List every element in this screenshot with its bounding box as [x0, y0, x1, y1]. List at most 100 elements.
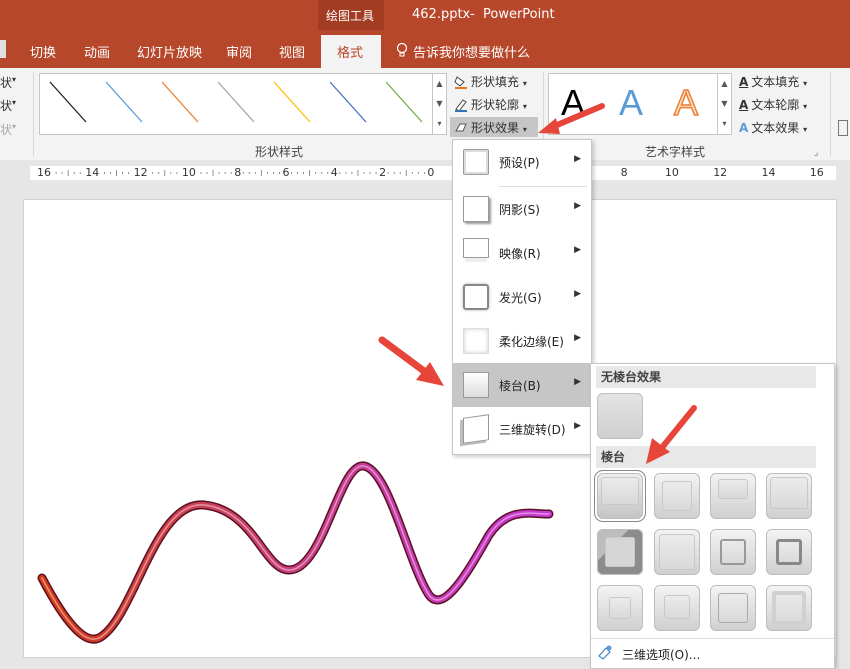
dialog-launcher-icon[interactable]: ⌟ — [814, 148, 818, 158]
shape-outline-caret-icon: ▾ — [522, 102, 527, 111]
bevel-option-slope[interactable] — [766, 529, 812, 575]
line-style-swatch[interactable] — [161, 81, 199, 123]
line-style-swatch[interactable] — [217, 81, 255, 123]
bevel-option-convex[interactable] — [710, 529, 756, 575]
wordart-blue-a[interactable]: A — [619, 82, 643, 124]
3d-options-item[interactable]: 三维选项(O)... — [591, 640, 834, 666]
group-divider — [33, 72, 34, 156]
bevel-option-cool-slant[interactable] — [766, 473, 812, 519]
ruler-number: 12 — [713, 166, 728, 180]
bevel-option-relaxed-inset[interactable] — [654, 473, 700, 519]
soft-edges-icon — [463, 328, 489, 354]
wordart-gallery-scroll[interactable]: ▲ ▼ ▾ — [717, 73, 732, 135]
reflection-icon — [463, 238, 489, 258]
menu-item-label: 映像(R) — [499, 247, 541, 261]
file-name: 462.pptx — [412, 7, 471, 22]
text-fill-label: 文本填充 — [751, 75, 800, 89]
menu-item-label: 三维旋转(D) — [499, 423, 566, 437]
annotation-arrow-effects — [538, 103, 605, 134]
tab-review[interactable]: 审阅 — [226, 42, 252, 61]
no-bevel-option[interactable] — [597, 393, 643, 439]
shape-effects-label: 形状效果 — [471, 121, 520, 135]
ruler-number: 14 — [85, 166, 100, 180]
tab-format-label: 格式 — [337, 46, 364, 61]
bevel-option-angle[interactable] — [597, 529, 643, 575]
shadow-icon — [463, 196, 489, 222]
tab-animations[interactable]: 动画 — [84, 42, 110, 61]
menu-item-bevel[interactable]: 棱台(B) ▶ — [453, 363, 591, 407]
shape-gallery-scroll[interactable]: ▲ ▼ ▾ — [432, 73, 447, 135]
ruler-number: 2 — [379, 166, 387, 180]
bevel-option-cross[interactable] — [710, 473, 756, 519]
app-name: PowerPoint — [483, 7, 555, 22]
tab-format[interactable]: 格式 — [321, 35, 381, 68]
menu-item-reflection[interactable]: 映像(R) ▶ — [453, 231, 591, 275]
text-fill-caret-icon: ▾ — [803, 79, 808, 88]
line-style-swatch[interactable] — [385, 81, 423, 123]
ruler-number: 4 — [330, 166, 338, 180]
menu-item-preset[interactable]: 预设(P) ▶ — [453, 140, 591, 184]
text-outline-button[interactable]: A 文本轮廓 ▾ — [739, 96, 807, 113]
line-style-swatch[interactable] — [273, 81, 311, 123]
submenu-arrow-icon: ▶ — [574, 421, 581, 431]
menu-item-label: 发光(G) — [499, 291, 542, 305]
shape-fill-label: 形状填充 — [471, 75, 520, 89]
bevel-option-divot[interactable] — [597, 585, 643, 631]
left-cut-item-3[interactable]: 状 — [0, 121, 12, 138]
scroll-up-icon[interactable]: ▲ — [718, 74, 731, 94]
menu-item-label: 预设(P) — [499, 156, 540, 170]
shape-effects-icon — [455, 123, 467, 132]
arrange-icon[interactable] — [838, 120, 848, 136]
3d-options-label: 三维选项(O)... — [622, 648, 701, 662]
submenu-arrow-icon: ▶ — [574, 154, 581, 164]
bevel-option-circle[interactable] — [594, 470, 646, 522]
line-style-swatch[interactable] — [49, 81, 87, 123]
menu-item-3d-rotation[interactable]: 三维旋转(D) ▶ — [453, 407, 591, 451]
menu-item-glow[interactable]: 发光(G) ▶ — [453, 275, 591, 319]
gallery-more-icon[interactable]: ▾ — [718, 114, 731, 134]
3d-rotation-icon — [463, 414, 489, 444]
ruler-number: 16 — [37, 166, 51, 180]
title-bar: 绘图工具 462.pptx - PowerPoint — [0, 0, 850, 30]
shape-effects-button[interactable]: 形状效果 ▾ — [450, 117, 538, 137]
tab-slideshow[interactable]: 幻灯片放映 — [137, 42, 202, 61]
tell-me-search[interactable]: 告诉我你想要做什么 — [413, 42, 530, 61]
submenu-arrow-icon: ▶ — [574, 377, 581, 387]
bevel-option-hard-edge[interactable] — [710, 585, 756, 631]
left-cut-item-1[interactable]: 状 — [0, 74, 12, 91]
line-style-swatch[interactable] — [105, 81, 143, 123]
scroll-down-icon[interactable]: ▼ — [718, 94, 731, 114]
text-fill-button[interactable]: A 文本填充 ▾ — [739, 73, 807, 90]
bevel-option-riblet[interactable] — [654, 585, 700, 631]
tab-transitions[interactable]: 切换 — [30, 42, 56, 61]
tab-view[interactable]: 视图 — [279, 42, 305, 61]
scroll-up-icon[interactable]: ▲ — [433, 74, 446, 94]
text-effects-button[interactable]: A 文本效果 ▾ — [739, 119, 807, 136]
no-bevel-header: 无棱台效果 — [596, 366, 816, 388]
submenu-arrow-icon: ▶ — [574, 201, 581, 211]
bevel-option-soft-round[interactable] — [654, 529, 700, 575]
annotation-arrow-bevel-item — [378, 336, 444, 386]
text-effects-icon: A — [739, 121, 749, 135]
menu-item-label: 棱台(B) — [499, 379, 541, 393]
shape-style-gallery[interactable] — [39, 73, 434, 135]
shape-effects-menu: 预设(P) ▶ 阴影(S) ▶ 映像(R) ▶ 发光(G) ▶ 柔化边缘(E) … — [452, 139, 592, 455]
left-cut-item-2[interactable]: 状 — [0, 97, 12, 114]
scroll-down-icon[interactable]: ▼ — [433, 94, 446, 114]
wordart-orange-a[interactable]: A — [673, 81, 699, 124]
bevel-header: 棱台 — [596, 446, 816, 468]
menu-separator — [591, 638, 834, 639]
menu-item-shadow[interactable]: 阴影(S) ▶ — [453, 187, 591, 231]
bevel-option-art-deco[interactable] — [766, 585, 812, 631]
pencil-icon — [455, 99, 467, 112]
shape-outline-button[interactable]: 形状轮廓 ▾ — [454, 96, 527, 113]
gallery-more-icon[interactable]: ▾ — [433, 114, 446, 134]
ruler-number: 14 — [761, 166, 776, 180]
line-style-swatch[interactable] — [329, 81, 367, 123]
menu-item-soft-edges[interactable]: 柔化边缘(E) ▶ — [453, 319, 591, 363]
shape-fill-button[interactable]: 形状填充 ▾ — [454, 73, 527, 90]
horizontal-ruler[interactable]: 1614121086420246810121416 — [30, 166, 836, 180]
line-style-swatches[interactable] — [40, 74, 433, 134]
ruler-number: 10 — [181, 166, 196, 180]
shape-styles-group-label: 形状样式 — [255, 145, 304, 159]
